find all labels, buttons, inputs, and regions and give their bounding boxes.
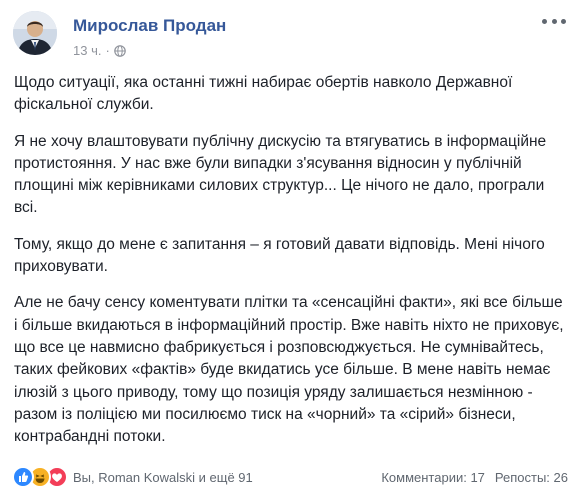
post-paragraph: Тому, якщо до мене є запитання – я готов… bbox=[14, 235, 545, 276]
engagement-counts: Комментарии: 17 Репосты: 26 bbox=[381, 470, 568, 485]
post-footer: Вы, Roman Kowalski и ещё 91 Комментарии:… bbox=[12, 464, 568, 490]
reaction-names[interactable]: Вы, Roman Kowalski и ещё 91 bbox=[73, 470, 253, 485]
post-body: Щодо ситуації, яка останні тижні набирає… bbox=[14, 72, 570, 462]
post-header: Мирослав Продан 13 ч. · bbox=[12, 8, 568, 62]
facebook-post: Мирослав Продан 13 ч. · Щодо ситуації, як… bbox=[0, 0, 580, 497]
globe-icon bbox=[114, 45, 126, 60]
post-meta: 13 ч. · bbox=[73, 43, 126, 60]
post-paragraph: Але не бачу сенсу коментувати плітки та … bbox=[14, 294, 564, 446]
comments-count-link[interactable]: Комментарии: 17 bbox=[381, 470, 485, 485]
more-options-icon[interactable] bbox=[542, 14, 566, 28]
post-timestamp[interactable]: 13 ч. bbox=[73, 43, 101, 58]
post-paragraph: Щодо ситуації, яка останні тижні набирає… bbox=[14, 74, 513, 114]
meta-separator: · bbox=[105, 43, 110, 58]
author-name[interactable]: Мирослав Продан bbox=[73, 16, 226, 36]
post-paragraph: Я не хочу влаштовувати публічну дискусію… bbox=[14, 132, 547, 217]
shares-count-link[interactable]: Репосты: 26 bbox=[495, 470, 568, 485]
author-avatar[interactable] bbox=[13, 11, 57, 55]
like-reaction-icon bbox=[12, 466, 34, 488]
reaction-summary[interactable]: Вы, Roman Kowalski и ещё 91 bbox=[12, 466, 253, 488]
